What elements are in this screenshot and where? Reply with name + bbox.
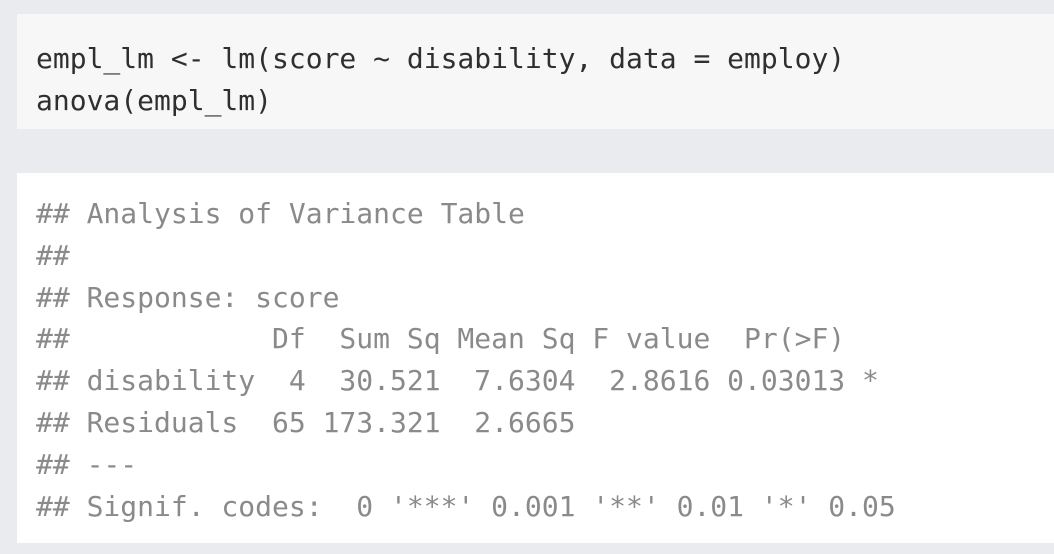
page: empl_lm <- lm(score ~ disability, data =… [0, 0, 1054, 554]
output-line: ## Df Sum Sq Mean Sq F value Pr(>F) [36, 322, 846, 356]
output-line: ## [36, 238, 70, 272]
output-line: ## disability 4 30.521 7.6304 2.8616 0.0… [36, 364, 879, 398]
output-line: ## Analysis of Variance Table [36, 197, 525, 230]
code-line: anova(empl_lm) [36, 84, 273, 117]
code-chunk[interactable]: empl_lm <- lm(score ~ disability, data =… [17, 14, 1054, 129]
output-line: ## --- [36, 447, 138, 481]
output-line: ## Response: score [36, 280, 340, 314]
output-line: ## Signif. codes: 0 '***' 0.001 '**' 0.0… [36, 489, 896, 523]
code-line: empl_lm <- lm(score ~ disability, data =… [36, 42, 846, 75]
output-chunk: ## Analysis of Variance Table ## ## Resp… [17, 173, 1054, 543]
output-line: ## Residuals 65 173.321 2.6665 [36, 405, 576, 439]
